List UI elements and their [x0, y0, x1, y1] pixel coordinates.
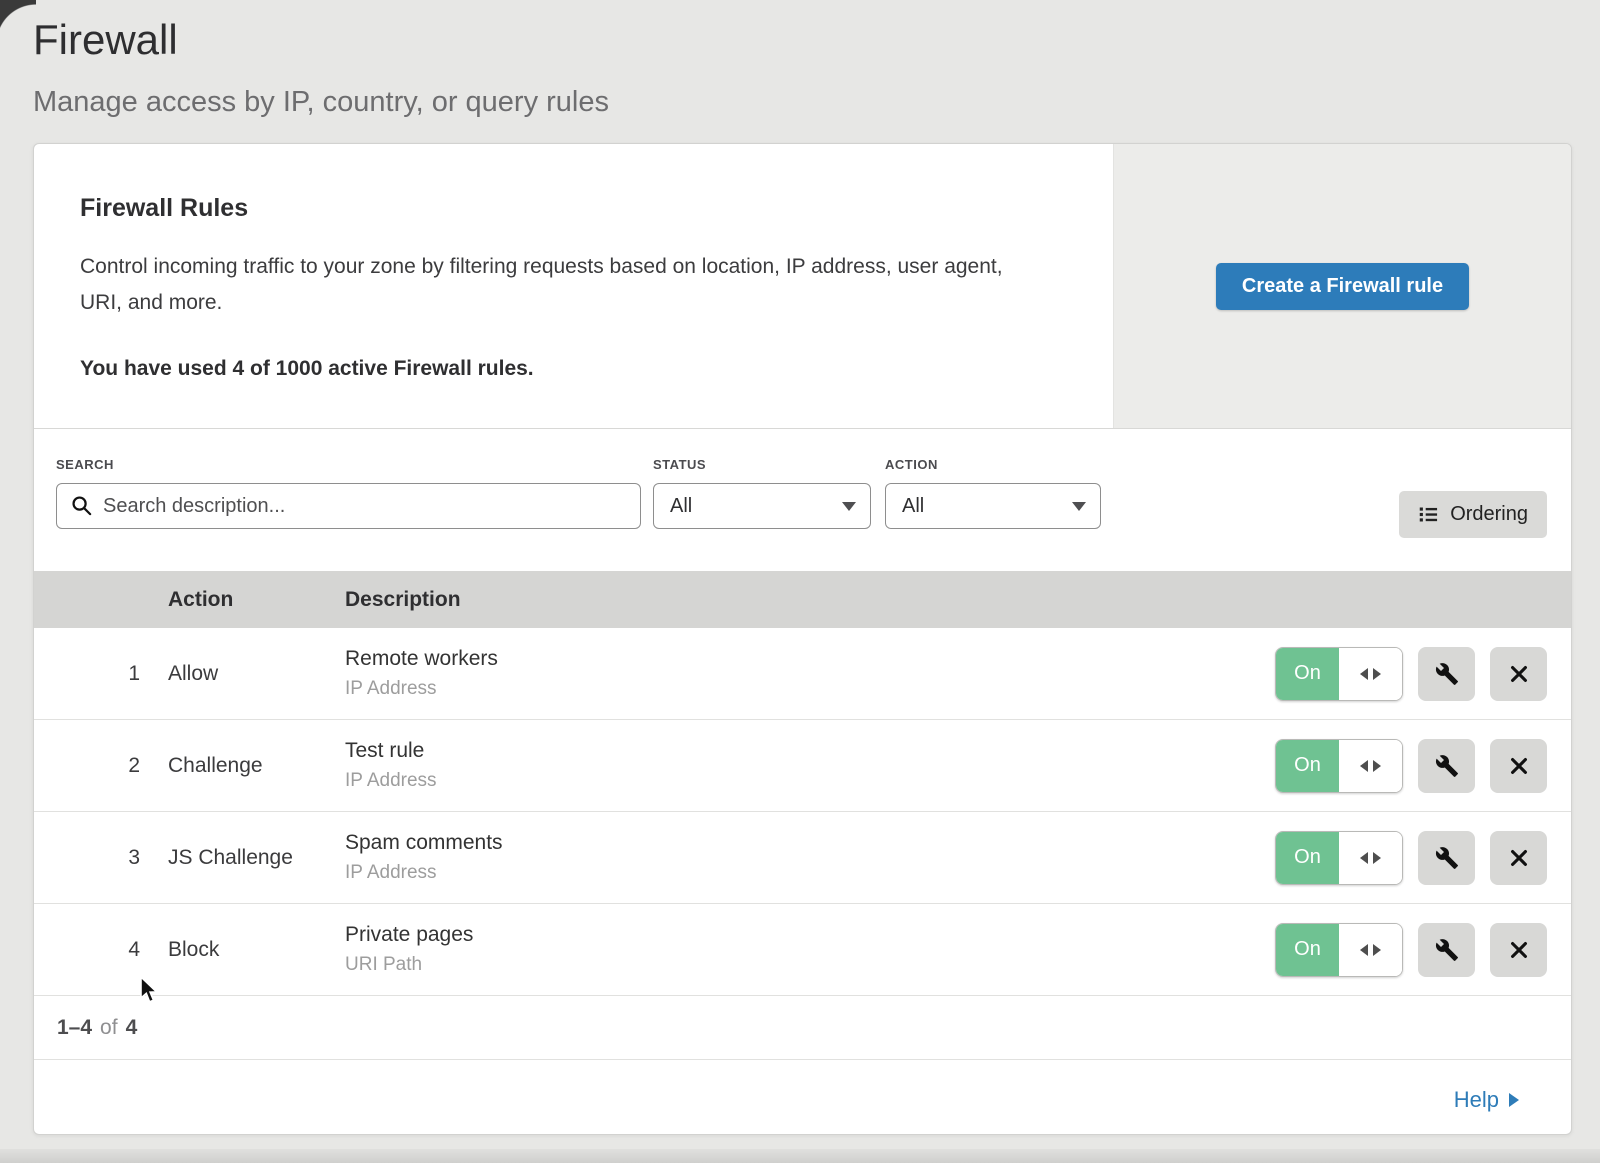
- rule-enabled-toggle[interactable]: On: [1275, 647, 1403, 701]
- filters-bar: SEARCH STATUS All ACTION All: [34, 429, 1571, 571]
- rule-enabled-toggle[interactable]: On: [1275, 923, 1403, 977]
- help-row: Help: [34, 1060, 1571, 1140]
- pagination: 1–4 of 4: [34, 996, 1571, 1060]
- status-filter: STATUS All: [653, 457, 871, 571]
- rule-priority: 3: [34, 846, 168, 870]
- search-label: SEARCH: [56, 457, 641, 472]
- delete-rule-button[interactable]: [1490, 831, 1547, 885]
- card-header-text: Firewall Rules Control incoming traffic …: [34, 144, 1113, 428]
- rule-priority: 2: [34, 754, 168, 778]
- rule-controls: On: [1266, 831, 1571, 885]
- toggle-on-label: On: [1276, 740, 1339, 792]
- page-title: Firewall: [33, 16, 1567, 64]
- rule-controls: On: [1266, 647, 1571, 701]
- rule-description-cell: Remote workers IP Address: [345, 647, 1266, 700]
- edit-rule-button[interactable]: [1418, 831, 1475, 885]
- edit-rule-button[interactable]: [1418, 739, 1475, 793]
- rule-action: Block: [168, 938, 345, 962]
- rule-description: Remote workers: [345, 647, 1266, 671]
- toggle-on-label: On: [1276, 924, 1339, 976]
- card-header-section: Firewall Rules Control incoming traffic …: [34, 144, 1571, 429]
- wrench-icon: [1435, 662, 1459, 686]
- wrench-icon: [1435, 846, 1459, 870]
- pagination-range: 1–4: [57, 1016, 92, 1040]
- action-select-value: All: [902, 495, 924, 518]
- table-row: 1 Allow Remote workers IP Address On: [34, 628, 1571, 720]
- pagination-total: 4: [126, 1016, 138, 1040]
- action-filter: ACTION All: [885, 457, 1101, 571]
- status-label: STATUS: [653, 457, 871, 472]
- status-select-value: All: [670, 495, 692, 518]
- x-icon: [1508, 939, 1530, 961]
- table-row: 2 Challenge Test rule IP Address On: [34, 720, 1571, 812]
- status-select[interactable]: All: [653, 483, 871, 529]
- search-icon: [70, 494, 93, 517]
- chevron-down-icon: [842, 502, 856, 511]
- ordering-button[interactable]: Ordering: [1399, 491, 1547, 538]
- search-filter: SEARCH: [56, 457, 641, 571]
- rule-action: Challenge: [168, 754, 345, 778]
- left-right-arrows-icon: [1339, 740, 1402, 792]
- section-description: Control incoming traffic to your zone by…: [80, 249, 1030, 321]
- rule-priority: 4: [34, 938, 168, 962]
- rule-match-type: IP Address: [345, 770, 1266, 792]
- delete-rule-button[interactable]: [1490, 647, 1547, 701]
- left-right-arrows-icon: [1339, 924, 1402, 976]
- rule-description-cell: Private pages URI Path: [345, 923, 1266, 976]
- rule-action: Allow: [168, 662, 345, 686]
- toggle-on-label: On: [1276, 832, 1339, 884]
- right-triangle-icon: [1509, 1093, 1519, 1107]
- search-input[interactable]: [56, 483, 641, 529]
- action-column-header: Action: [168, 588, 345, 612]
- page-header: Firewall Manage access by IP, country, o…: [0, 0, 1600, 119]
- help-link-label: Help: [1454, 1087, 1499, 1113]
- x-icon: [1508, 847, 1530, 869]
- chevron-down-icon: [1072, 502, 1086, 511]
- rule-match-type: URI Path: [345, 954, 1266, 976]
- help-link[interactable]: Help: [1454, 1087, 1519, 1113]
- rule-priority: 1: [34, 662, 168, 686]
- table-row: 4 Block Private pages URI Path On: [34, 904, 1571, 996]
- create-firewall-rule-button[interactable]: Create a Firewall rule: [1216, 263, 1469, 310]
- rule-enabled-toggle[interactable]: On: [1275, 739, 1403, 793]
- action-label: ACTION: [885, 457, 1101, 472]
- rule-enabled-toggle[interactable]: On: [1275, 831, 1403, 885]
- delete-rule-button[interactable]: [1490, 923, 1547, 977]
- rule-match-type: IP Address: [345, 678, 1266, 700]
- rule-action: JS Challenge: [168, 846, 345, 870]
- toggle-on-label: On: [1276, 648, 1339, 700]
- delete-rule-button[interactable]: [1490, 739, 1547, 793]
- firewall-rules-card: Firewall Rules Control incoming traffic …: [33, 143, 1572, 1135]
- wrench-icon: [1435, 754, 1459, 778]
- window-corner-artifact: [0, 0, 36, 44]
- bulleted-list-icon: [1418, 504, 1439, 525]
- table-header: Action Description: [34, 571, 1571, 628]
- ordering-button-label: Ordering: [1450, 503, 1528, 526]
- table-row: 3 JS Challenge Spam comments IP Address …: [34, 812, 1571, 904]
- edit-rule-button[interactable]: [1418, 647, 1475, 701]
- rules-list: 1 Allow Remote workers IP Address On: [34, 628, 1571, 996]
- rule-controls: On: [1266, 739, 1571, 793]
- rule-description: Test rule: [345, 739, 1266, 763]
- description-column-header: Description: [345, 588, 1266, 612]
- edit-rule-button[interactable]: [1418, 923, 1475, 977]
- rule-description: Private pages: [345, 923, 1266, 947]
- left-right-arrows-icon: [1339, 648, 1402, 700]
- rule-description: Spam comments: [345, 831, 1266, 855]
- x-icon: [1508, 755, 1530, 777]
- left-right-arrows-icon: [1339, 832, 1402, 884]
- wrench-icon: [1435, 938, 1459, 962]
- pagination-of: of: [100, 1016, 118, 1040]
- rule-controls: On: [1266, 923, 1571, 977]
- action-select[interactable]: All: [885, 483, 1101, 529]
- rule-match-type: IP Address: [345, 862, 1266, 884]
- page-subtitle: Manage access by IP, country, or query r…: [33, 86, 1567, 119]
- usage-note: You have used 4 of 1000 active Firewall …: [80, 357, 1053, 381]
- create-rule-panel: Create a Firewall rule: [1113, 144, 1571, 428]
- section-title: Firewall Rules: [80, 194, 1053, 223]
- rule-description-cell: Test rule IP Address: [345, 739, 1266, 792]
- x-icon: [1508, 663, 1530, 685]
- rule-description-cell: Spam comments IP Address: [345, 831, 1266, 884]
